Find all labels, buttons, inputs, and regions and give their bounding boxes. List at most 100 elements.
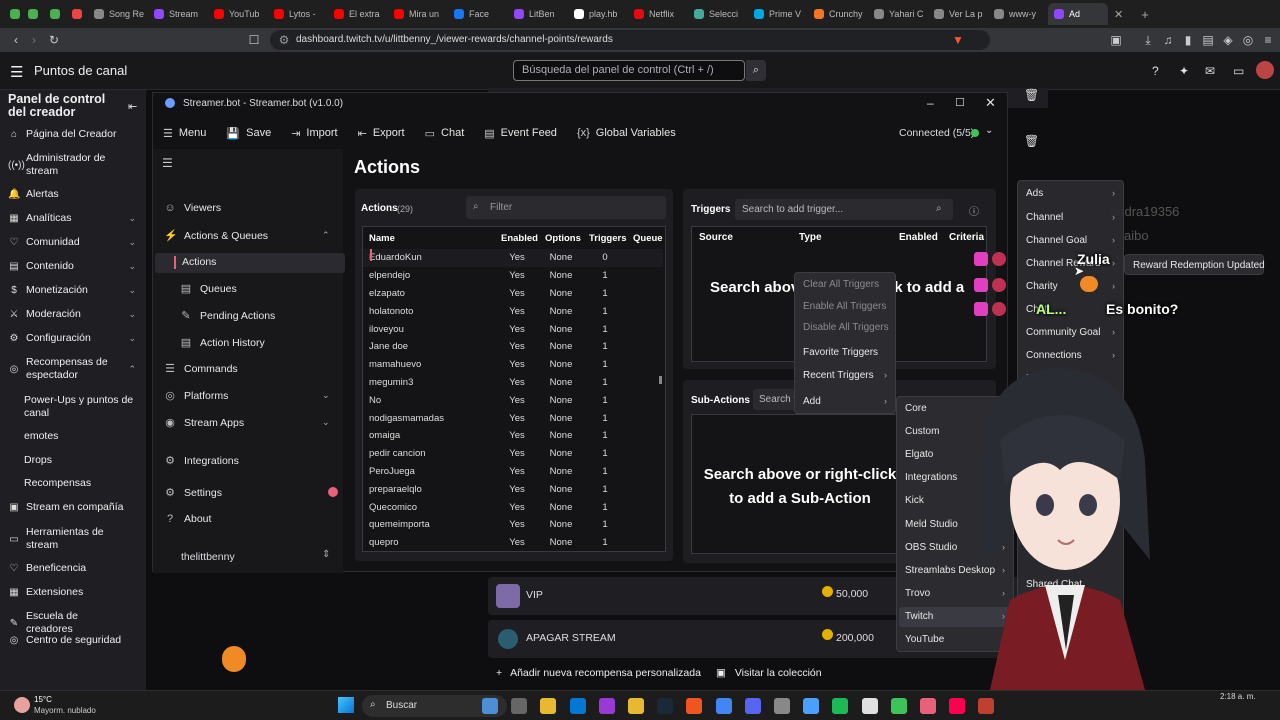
table-row[interactable]: megumin3 Yes None 1 [363, 374, 663, 392]
menu-button[interactable]: ▤ Event Feed [474, 127, 567, 140]
scrollbar[interactable] [659, 376, 662, 384]
trash-icon[interactable]: 🗑 [1024, 88, 1039, 102]
taskbar-app-icon[interactable] [569, 698, 586, 714]
taskbar-app-icon[interactable] [511, 698, 528, 714]
sidebar-item[interactable]: ⚔ Moderación ⌄ [0, 308, 146, 321]
nav-item[interactable]: Actions [182, 256, 358, 268]
site-info-icon[interactable]: ⚙ [276, 32, 292, 48]
table-row[interactable]: Jane doe Yes None 1 [363, 338, 663, 356]
forward-icon[interactable]: › [26, 32, 42, 48]
hamburger-icon[interactable]: ☰ [10, 63, 23, 81]
maximize-icon[interactable]: ☐ [955, 96, 965, 109]
menu-item[interactable]: Kick [905, 495, 924, 506]
browser-tab[interactable]: Yahari C [868, 3, 928, 25]
taskbar-app-icon[interactable] [949, 698, 966, 714]
taskbar-app-icon[interactable] [861, 698, 878, 714]
chat-icon[interactable]: ▭ [1233, 64, 1244, 78]
menu-item[interactable]: Add [803, 396, 821, 407]
browser-tab[interactable]: Ver La p [928, 3, 988, 25]
extensions-icon[interactable]: ▤ [1200, 32, 1216, 48]
wallet-icon[interactable]: ◈ [1220, 32, 1236, 48]
table-row[interactable]: quepro Yes None 1 [363, 534, 663, 551]
menu-item[interactable]: Twitch [905, 611, 933, 622]
sidebar-subitem[interactable]: Power-Ups y puntos de canal [24, 394, 142, 420]
close-icon[interactable]: ✕ [985, 95, 996, 111]
browser-tab[interactable]: YouTub [208, 3, 268, 25]
table-row[interactable]: EduardoKun Yes None 0 [363, 249, 663, 267]
sidebar-subitem[interactable]: Recompensas [24, 477, 142, 490]
browser-tab[interactable]: Lytos - [268, 3, 328, 25]
menu-item[interactable]: Charity [1026, 281, 1058, 292]
info-icon[interactable]: ⓘ [969, 203, 979, 218]
browser-tab[interactable]: www-y [988, 3, 1048, 25]
taskbar-app-icon[interactable] [803, 698, 820, 714]
taskbar-app-icon[interactable] [657, 698, 674, 714]
sidebar-item[interactable]: ⌂ Página del Creador [0, 128, 146, 141]
menu-item[interactable]: Favorite Triggers [803, 347, 878, 358]
column-header[interactable]: Enabled [495, 227, 539, 249]
table-row[interactable]: No Yes None 1 [363, 391, 663, 409]
menu-item[interactable]: Community Goal [1026, 327, 1100, 338]
sidebar-item[interactable]: ◎ Recompensas de espectador ⌃ [0, 356, 146, 382]
trash-icon[interactable]: 🗑 [1024, 134, 1039, 148]
menu-button[interactable]: ⇥ Import [281, 127, 347, 140]
filter-input[interactable]: ⌕ Filter [466, 196, 666, 219]
dashboard-search-input[interactable]: Búsqueda del panel de control (Ctrl + /) [513, 60, 745, 81]
minimize-icon[interactable]: – [927, 96, 934, 110]
taskbar-app-icon[interactable] [744, 698, 761, 714]
menu-item[interactable]: Channel Goal [1026, 235, 1087, 246]
table-row[interactable]: preparaelqlo Yes None 1 [363, 480, 663, 498]
table-row[interactable]: Quecomico Yes None 1 [363, 498, 663, 516]
avatar[interactable] [1256, 61, 1274, 79]
sidebar-subitem[interactable]: Drops [24, 454, 142, 467]
nav-item[interactable]: ⚡ Actions & Queues ⌃ [164, 229, 340, 243]
table-row[interactable]: mamahuevo Yes None 1 [363, 356, 663, 374]
sidebar-item[interactable]: ▦ Analíticas ⌄ [0, 212, 146, 225]
table-row[interactable]: elpendejo Yes None 1 [363, 267, 663, 285]
nav-item[interactable]: ⚙ Integrations [164, 454, 340, 468]
taskbar-app-icon[interactable] [715, 698, 732, 714]
taskbar-app-icon[interactable] [540, 698, 557, 714]
magic-icon[interactable]: ✦ [1179, 64, 1189, 78]
media-icon[interactable]: ♫ [1160, 32, 1176, 48]
sidebar-item[interactable]: ▣ Stream en compañía [0, 501, 146, 514]
taskbar-app-icon[interactable] [686, 698, 703, 714]
table-row[interactable]: elzapato Yes None 1 [363, 285, 663, 303]
table-row[interactable]: quemeimporta Yes None 1 [363, 516, 663, 534]
visit-collection-button[interactable]: ▣ Visitar la colección [716, 667, 826, 687]
menu-item[interactable]: Integrations [905, 472, 957, 483]
table-row[interactable]: omaiga Yes None 1 [363, 427, 663, 445]
column-header[interactable]: Name [363, 227, 495, 249]
sidebar-item[interactable]: ((•)) Administrador de stream [0, 152, 146, 178]
nav-toggle-icon[interactable]: ☰ [162, 156, 173, 170]
browser-tab[interactable]: Stream [148, 3, 208, 25]
nav-item[interactable]: ◎ Platforms ⌄ [164, 389, 340, 403]
tab-close-icon[interactable]: ✕ [1114, 8, 1123, 21]
browser-tab[interactable] [22, 3, 44, 25]
taskbar-app-icon[interactable] [978, 698, 995, 714]
browser-tab[interactable]: Mira un [388, 3, 448, 25]
column-header[interactable]: Options [539, 227, 583, 249]
sidebar-item[interactable]: 🔔 Alertas [0, 188, 146, 201]
menu-item[interactable]: YouTube [905, 634, 944, 645]
sidebar-item[interactable]: $ Monetización ⌄ [0, 284, 146, 297]
browser-tab[interactable]: Crunchy [808, 3, 868, 25]
nav-item[interactable]: ☰ Commands [164, 362, 340, 376]
bookmark-icon[interactable]: ☐ [246, 32, 262, 48]
menu-item[interactable]: Meld Studio [905, 519, 958, 530]
sidebar-item[interactable]: ◎ Centro de seguridad [0, 634, 146, 647]
user-menu-icon[interactable]: ⇕ [322, 549, 330, 560]
menu-item[interactable]: Recent Triggers [803, 370, 874, 381]
sidebar-item[interactable]: ▦ Extensiones [0, 586, 146, 599]
browser-tab[interactable]: Selecci [688, 3, 748, 25]
menu-item[interactable]: Trovo [905, 588, 930, 599]
nav-item[interactable]: ▤ Queues [180, 282, 356, 296]
taskbar-app-icon[interactable] [920, 698, 936, 714]
browser-tab[interactable]: Netflix [628, 3, 688, 25]
nav-item[interactable]: ▤ Action History [180, 336, 356, 350]
menu-item-reward-redemption-updated[interactable]: Reward Redemption Updated [1133, 260, 1265, 271]
browser-tab[interactable] [44, 3, 66, 25]
help-icon[interactable]: ? [1152, 64, 1159, 78]
mail-icon[interactable]: ✉ [1205, 64, 1215, 78]
taskbar-app-icon[interactable] [482, 698, 498, 714]
